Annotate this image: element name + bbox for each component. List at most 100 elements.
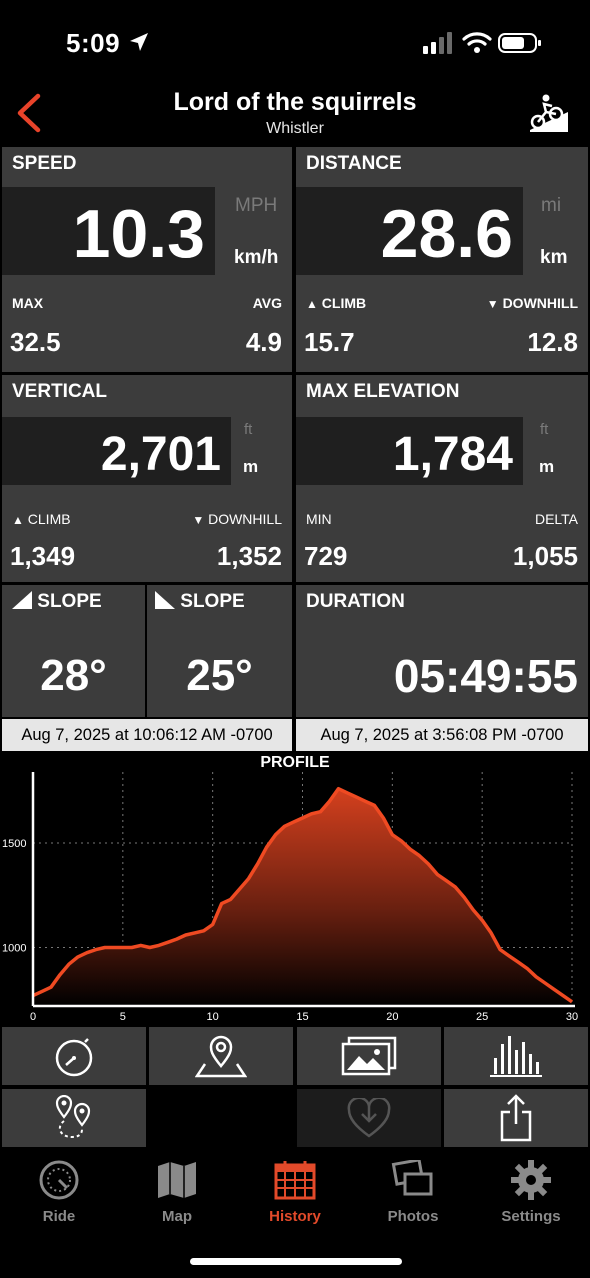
speed-panel: SPEED 10.3 MPH km/h MAX AVG 32.5 4.9 (2, 147, 292, 372)
calendar-icon (274, 1161, 316, 1200)
photos-button[interactable] (297, 1027, 441, 1085)
duration-value: 05:49:55 (393, 650, 578, 702)
tab-settings[interactable]: Settings (472, 1160, 590, 1230)
speed-max-value: 32.5 (10, 327, 61, 357)
vertical-unit-m[interactable]: m (243, 457, 258, 477)
x-tick-label: 30 (566, 1011, 578, 1023)
max-elevation-value: 1,784 (392, 428, 513, 481)
slope-down-value: 25° (186, 651, 253, 700)
distance-unit-mi[interactable]: mi (541, 195, 561, 217)
page-subtitle: Whistler (266, 120, 324, 137)
profile-chart: 0 5 10 15 20 25 30 1000 1500 (2, 772, 578, 1023)
y-tick-label: 1000 (2, 943, 26, 955)
tab-ride-label: Ride (42, 1208, 76, 1225)
speed-avg-value: 4.9 (245, 327, 282, 357)
slope-up-title: SLOPE (12, 591, 102, 613)
vertical-climb-label: ▲ CLIMB (12, 511, 71, 527)
tab-settings-label: Settings (501, 1208, 561, 1225)
tab-ride[interactable]: Ride (0, 1160, 118, 1230)
map-icon (158, 1162, 196, 1198)
route-button[interactable] (2, 1089, 146, 1147)
stats-button[interactable] (444, 1027, 588, 1085)
vertical-downhill-label: ▼ DOWNHILL (192, 511, 282, 527)
duration-panel: DURATION 05:49:55 (296, 585, 588, 717)
battery-icon (498, 33, 541, 53)
slope-down-icon (155, 591, 175, 609)
speed-unit-kmh[interactable]: km/h (234, 247, 278, 269)
stopwatch-icon (55, 1038, 93, 1077)
photos-tab-icon (391, 1160, 433, 1196)
max-elevation-delta-label: DELTA (534, 511, 578, 527)
distance-climb-value: 15.7 (304, 327, 355, 357)
x-tick-label: 15 (296, 1011, 308, 1023)
vertical-title: VERTICAL (12, 381, 107, 402)
vertical-climb-value: 1,349 (10, 541, 76, 571)
duration-title: DURATION (306, 591, 405, 612)
share-button[interactable] (444, 1089, 588, 1147)
slope-up-panel: SLOPE 28° (2, 585, 145, 717)
x-tick-label: 10 (207, 1011, 219, 1023)
wifi-icon (462, 32, 492, 53)
x-tick-label: 5 (120, 1011, 126, 1023)
tab-photos[interactable]: Photos (354, 1160, 472, 1230)
save-favorite-button[interactable] (297, 1089, 441, 1147)
vertical-value: 2,701 (100, 428, 221, 481)
max-elevation-delta-value: 1,055 (512, 541, 578, 571)
speedometer-icon (39, 1160, 79, 1200)
max-elevation-value-box: 1,784 (296, 417, 523, 485)
x-tick-label: 25 (476, 1011, 488, 1023)
distance-panel: DISTANCE 28.6 mi km ▲ CLIMB ▼ DOWNHILL 1… (296, 147, 588, 372)
distance-downhill-label: ▼ DOWNHILL (486, 295, 578, 311)
elevation-area (33, 788, 572, 1006)
up-triangle-icon: ▲ (12, 513, 24, 527)
distance-downhill-value: 12.8 (527, 327, 578, 357)
signal-icon (423, 32, 452, 54)
speed-max-label: MAX (12, 295, 44, 311)
tab-history[interactable]: History (236, 1160, 354, 1230)
nav-header: Lord of the squirrels Whistler (0, 84, 590, 146)
down-triangle-icon: ▼ (192, 513, 205, 527)
photos-icon (341, 1036, 397, 1076)
mountain-bike-button[interactable] (528, 92, 570, 134)
map-pin-button[interactable] (149, 1027, 293, 1085)
tab-map[interactable]: Map (118, 1160, 236, 1230)
share-icon (500, 1094, 532, 1142)
map-pin-icon (195, 1035, 247, 1078)
speed-value-box: 10.3 (2, 187, 215, 275)
slope-down-title: SLOPE (155, 591, 245, 613)
distance-unit-km[interactable]: km (540, 247, 567, 269)
down-triangle-icon: ▼ (486, 297, 499, 311)
speed-unit-mph[interactable]: MPH (235, 195, 277, 217)
location-arrow-icon (130, 33, 148, 51)
vertical-unit-ft[interactable]: ft (244, 421, 252, 438)
y-tick-label: 1500 (2, 838, 26, 850)
stopwatch-button[interactable] (2, 1027, 146, 1085)
max-elevation-title: MAX ELEVATION (306, 381, 460, 402)
up-triangle-icon: ▲ (306, 297, 318, 311)
vertical-value-box: 2,701 (2, 417, 231, 485)
status-bar: 5:09 (0, 0, 590, 88)
distance-value: 28.6 (380, 196, 513, 272)
speed-avg-label: AVG (252, 295, 282, 311)
tab-map-label: Map (162, 1208, 192, 1225)
slope-up-value: 28° (40, 651, 107, 700)
x-tick-label: 0 (30, 1011, 36, 1023)
distance-value-box: 28.6 (296, 187, 523, 275)
distance-climb-label: ▲ CLIMB (306, 295, 367, 311)
distance-title: DISTANCE (306, 153, 402, 174)
page-title: Lord of the squirrels (173, 88, 417, 116)
max-elevation-unit-ft[interactable]: ft (540, 421, 548, 438)
status-time: 5:09 (66, 28, 121, 58)
x-tick-label: 20 (386, 1011, 398, 1023)
tab-history-label: History (269, 1208, 321, 1225)
vertical-panel: VERTICAL 2,701 ft m ▲ CLIMB ▼ DOWNHILL 1… (2, 375, 292, 582)
end-date: Aug 7, 2025 at 3:56:08 PM -0700 (296, 719, 588, 751)
max-elevation-min-value: 729 (304, 541, 348, 571)
speed-value: 10.3 (72, 196, 205, 272)
max-elevation-unit-m[interactable]: m (539, 457, 554, 477)
max-elevation-panel: MAX ELEVATION 1,784 ft m MIN DELTA 729 1… (296, 375, 588, 582)
heart-download-icon (347, 1098, 391, 1138)
route-icon (55, 1095, 91, 1139)
max-elevation-min-label: MIN (306, 511, 332, 527)
speed-title: SPEED (12, 153, 77, 174)
